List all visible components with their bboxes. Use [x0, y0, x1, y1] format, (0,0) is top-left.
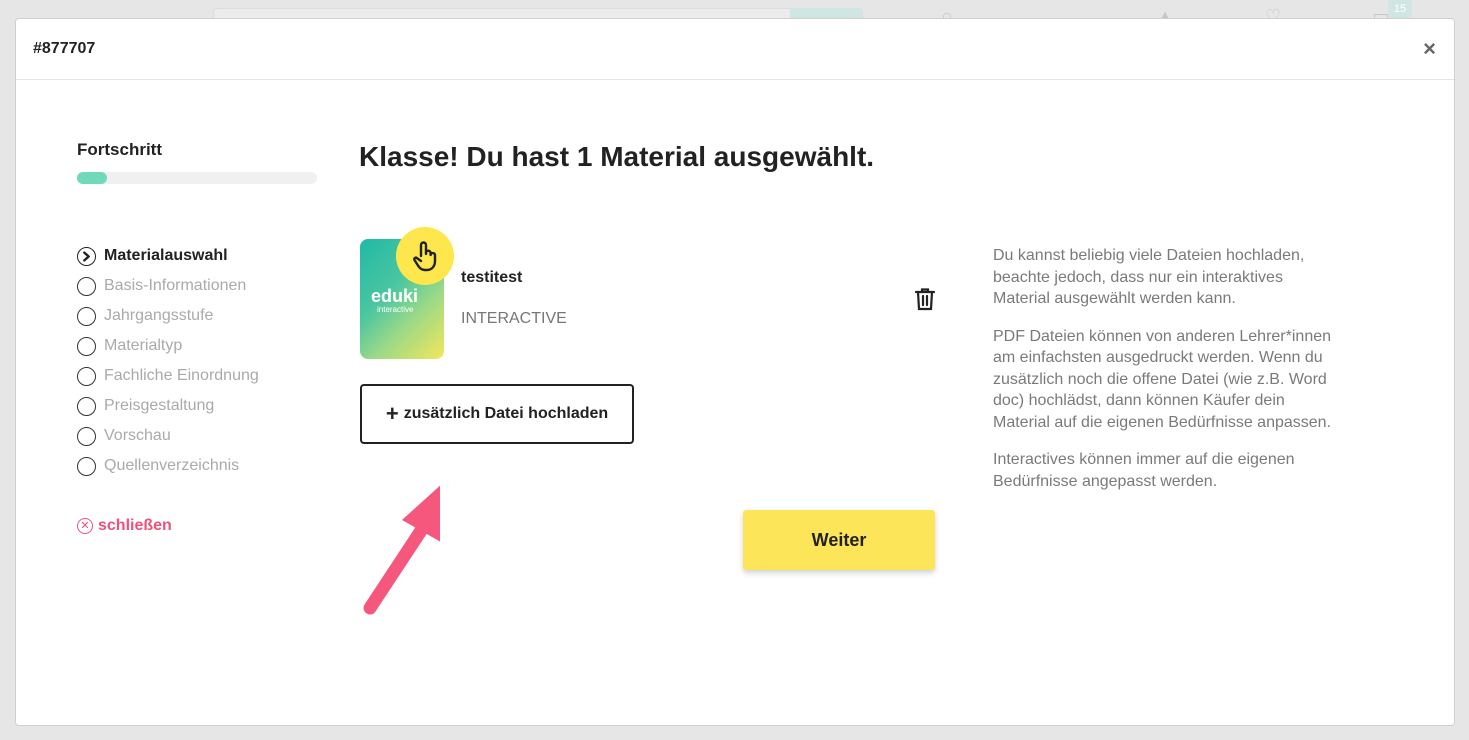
step-label: Materialtyp — [104, 337, 183, 354]
trash-icon[interactable] — [914, 287, 938, 313]
step-circle-icon — [77, 306, 96, 326]
step-label: Quellenverzeichnis — [104, 457, 240, 474]
step-label: Materialauswahl — [104, 247, 228, 264]
pointer-arrow-annotation — [363, 485, 440, 615]
close-link-label: schließen — [98, 517, 172, 534]
info-paragraph: Interactives können immer auf die eigene… — [993, 451, 1295, 490]
close-icon[interactable]: × — [1423, 37, 1436, 61]
next-button[interactable]: Weiter — [743, 510, 935, 570]
progress-bar — [77, 172, 317, 184]
step-item-5[interactable]: Fachliche Einordnung — [77, 361, 317, 391]
step-label: Preisgestaltung — [104, 397, 215, 414]
material-id: #877707 — [33, 40, 96, 57]
step-circle-icon — [77, 456, 96, 476]
close-link[interactable]: ✕ schließen — [77, 517, 317, 535]
thumbnail-logo: eduki interactive — [371, 287, 418, 314]
step-item-3[interactable]: Jahrgangsstufe — [77, 301, 317, 331]
step-item-2[interactable]: Basis-Informationen — [77, 271, 317, 301]
step-label: Fachliche Einordnung — [104, 367, 259, 384]
step-list: Materialauswahl Basis-Informationen Jahrga… — [77, 241, 317, 481]
info-paragraph: Du kannst beliebig viele Dateien hochlad… — [993, 247, 1305, 307]
upload-button-label: zusätzlich Datei hochladen — [403, 405, 609, 422]
progress-title: Fortschritt — [77, 140, 162, 159]
modal-header: #877707 × — [16, 19, 1454, 80]
step-label: Jahrgangsstufe — [104, 307, 214, 324]
step-circle-icon — [77, 336, 96, 356]
info-text-panel: Du kannst beliebig viele Dateien hochlad… — [993, 245, 1333, 508]
step-current-icon — [77, 246, 96, 266]
step-circle-icon — [77, 366, 96, 386]
step-circle-icon — [77, 426, 96, 446]
step-item-1[interactable]: Materialauswahl — [77, 241, 317, 271]
step-label: Vorschau — [104, 427, 171, 444]
plus-icon: + — [385, 401, 399, 426]
interactive-hand-icon — [396, 227, 454, 285]
thumbnail-logo-sub: interactive — [377, 305, 414, 314]
page-title: Klasse! Du hast 1 Material ausgewählt. — [359, 141, 875, 172]
close-circle-icon: ✕ — [77, 518, 93, 534]
material-type: INTERACTIVE — [461, 310, 567, 327]
step-item-6[interactable]: Preisgestaltung — [77, 391, 317, 421]
step-item-7[interactable]: Vorschau — [77, 421, 317, 451]
step-item-8[interactable]: Quellenverzeichnis — [77, 451, 317, 481]
step-label: Basis-Informationen — [104, 277, 247, 294]
step-circle-icon — [77, 396, 96, 416]
thumbnail-logo-text: eduki — [371, 286, 419, 306]
step-item-4[interactable]: Materialtyp — [77, 331, 317, 361]
background-app-header: ○ ▲ ♡ ▭ 15 — [0, 0, 1469, 20]
progress-sidebar: Fortschritt Materialauswahl Basis-Informa… — [77, 140, 317, 535]
upload-additional-file-button[interactable]: + zusätzlich Datei hochladen — [360, 384, 634, 444]
info-paragraph: PDF Dateien können von anderen Lehrer*in… — [993, 327, 1332, 431]
progress-bar-fill — [77, 172, 107, 184]
step-circle-icon — [77, 276, 96, 296]
material-name: testitest — [461, 269, 523, 286]
background-cart-badge: 15 — [1388, 0, 1412, 18]
